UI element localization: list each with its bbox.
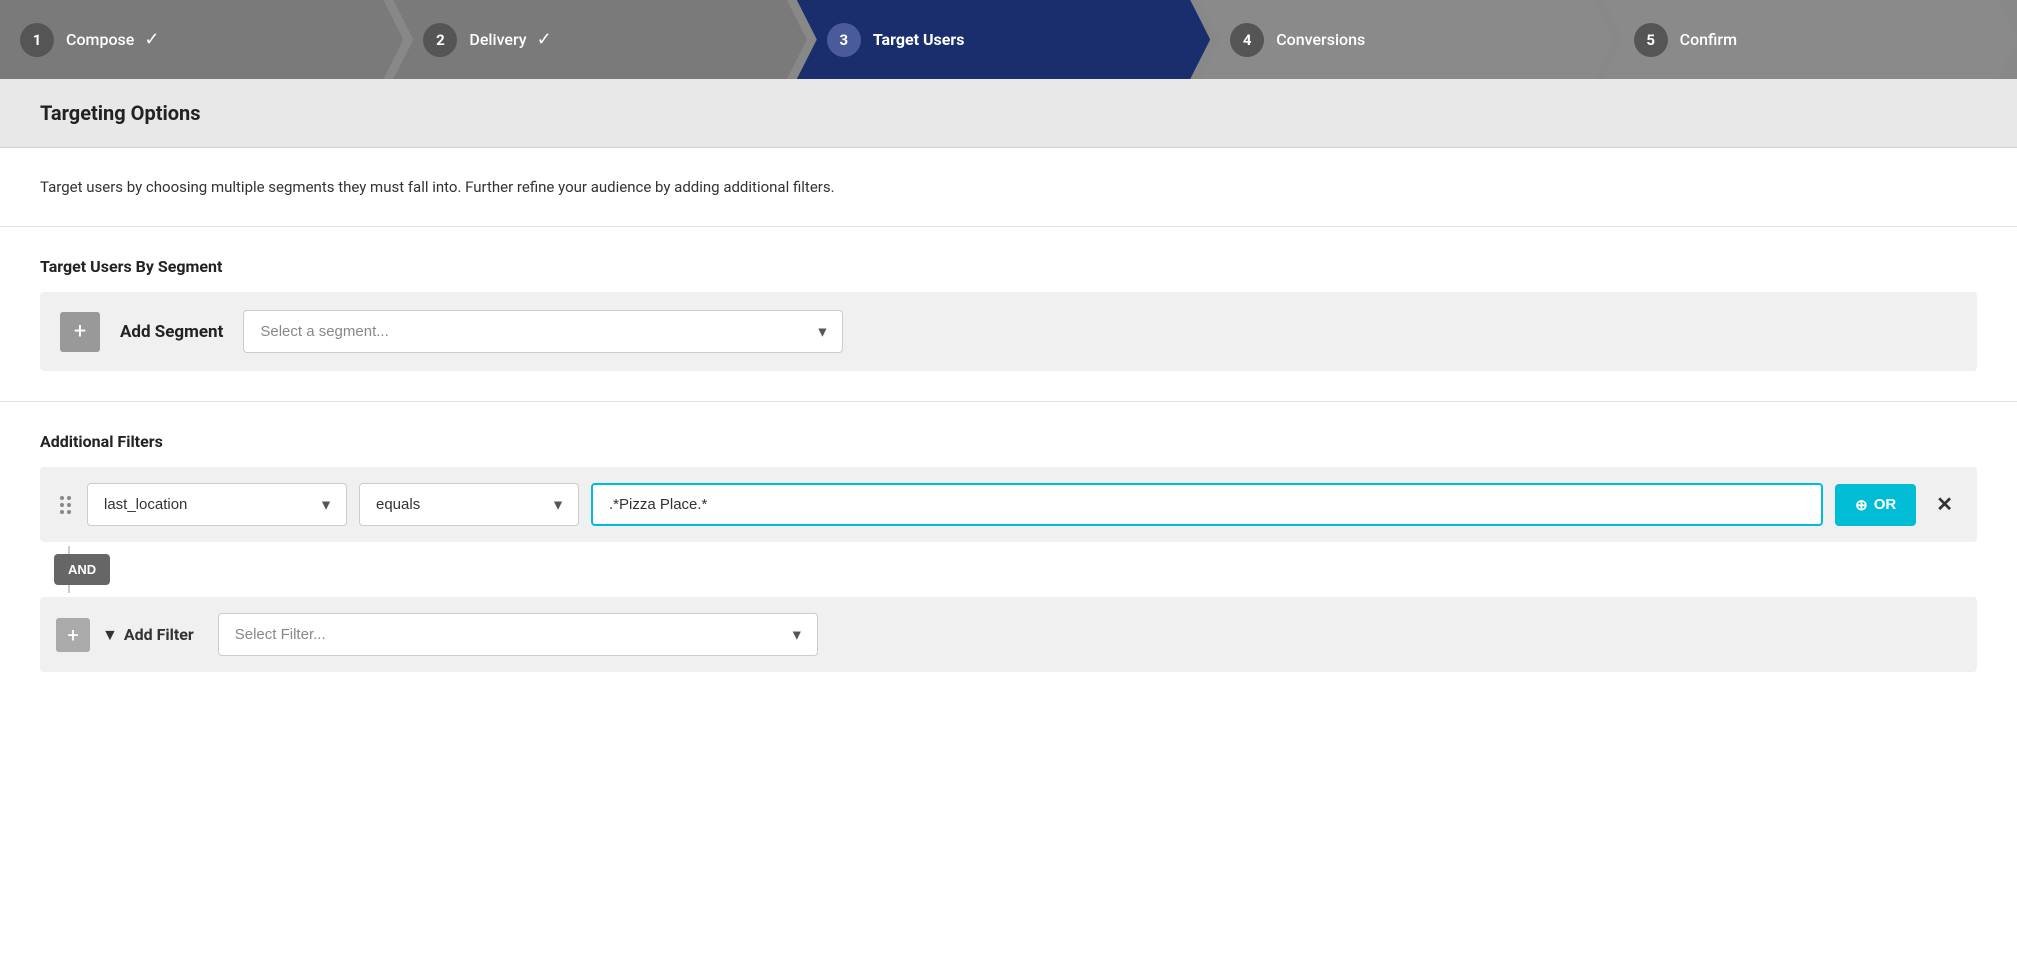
step-number-confirm: 5 bbox=[1634, 23, 1668, 57]
step-check-compose: ✓ bbox=[144, 29, 159, 50]
step-compose[interactable]: 1 Compose ✓ bbox=[0, 0, 403, 79]
filter-value-input[interactable] bbox=[591, 483, 1823, 526]
drag-dot bbox=[67, 496, 71, 500]
or-button[interactable]: ⊕ OR bbox=[1835, 484, 1916, 526]
segment-section-title: Target Users By Segment bbox=[40, 257, 1977, 276]
step-target-users[interactable]: 3 Target Users bbox=[797, 0, 1210, 79]
section-header: Targeting Options bbox=[0, 79, 2017, 148]
and-connector: AND bbox=[40, 546, 1977, 593]
add-filter-label: ▼ Add Filter bbox=[102, 625, 194, 645]
main-content: Targeting Options Target users by choosi… bbox=[0, 79, 2017, 975]
step-number-conversions: 4 bbox=[1230, 23, 1264, 57]
drag-dot-row-3 bbox=[60, 510, 71, 514]
attribute-select[interactable]: last_location bbox=[87, 483, 347, 526]
segment-select[interactable]: Select a segment... bbox=[243, 310, 843, 353]
add-segment-row: + Add Segment Select a segment... ▼ bbox=[40, 292, 1977, 371]
add-filter-select-wrapper: Select Filter... ▼ bbox=[218, 613, 818, 656]
or-button-plus-icon: ⊕ bbox=[1855, 496, 1868, 514]
filter-funnel-icon: ▼ bbox=[102, 625, 118, 645]
add-segment-label: Add Segment bbox=[120, 322, 223, 342]
add-segment-plus-icon[interactable]: + bbox=[60, 312, 100, 352]
drag-dot-row-2 bbox=[60, 503, 71, 507]
add-filter-plus-icon[interactable]: + bbox=[56, 618, 90, 652]
step-number-target: 3 bbox=[827, 23, 861, 57]
drag-dot-row-1 bbox=[60, 496, 71, 500]
step-label-conversions: Conversions bbox=[1276, 30, 1365, 49]
drag-handle[interactable] bbox=[56, 492, 75, 518]
step-label-delivery: Delivery bbox=[469, 30, 526, 49]
targeting-options-title: Targeting Options bbox=[40, 101, 1977, 125]
add-filter-select[interactable]: Select Filter... bbox=[218, 613, 818, 656]
step-delivery[interactable]: 2 Delivery ✓ bbox=[393, 0, 806, 79]
segment-select-wrapper: Select a segment... ▼ bbox=[243, 310, 843, 353]
operator-select-wrapper: equals ▼ bbox=[359, 483, 579, 526]
operator-select[interactable]: equals bbox=[359, 483, 579, 526]
step-label-target: Target Users bbox=[873, 30, 965, 49]
segment-section: Target Users By Segment + Add Segment Se… bbox=[0, 227, 2017, 402]
filters-section: Additional Filters last_loca bbox=[0, 402, 2017, 702]
delete-filter-button[interactable]: ✕ bbox=[1928, 488, 1961, 521]
step-confirm[interactable]: 5 Confirm bbox=[1604, 0, 2017, 79]
attribute-select-wrapper: last_location ▼ bbox=[87, 483, 347, 526]
step-label-compose: Compose bbox=[66, 30, 134, 49]
drag-dot bbox=[60, 496, 64, 500]
filters-section-title: Additional Filters bbox=[40, 432, 1977, 451]
step-conversions[interactable]: 4 Conversions bbox=[1200, 0, 1613, 79]
or-button-label: OR bbox=[1874, 496, 1897, 513]
drag-dot bbox=[67, 503, 71, 507]
stepper: 1 Compose ✓ 2 Delivery ✓ 3 Target Users … bbox=[0, 0, 2017, 79]
step-check-delivery: ✓ bbox=[537, 29, 552, 50]
and-button[interactable]: AND bbox=[54, 554, 110, 585]
drag-dot bbox=[67, 510, 71, 514]
filter-row-1: last_location ▼ equals ▼ ⊕ OR ✕ bbox=[40, 467, 1977, 542]
drag-dot bbox=[60, 503, 64, 507]
drag-dot bbox=[60, 510, 64, 514]
add-filter-row: + ▼ Add Filter Select Filter... ▼ bbox=[40, 597, 1977, 672]
description-text: Target users by choosing multiple segmen… bbox=[0, 148, 2017, 227]
step-number-delivery: 2 bbox=[423, 23, 457, 57]
step-label-confirm: Confirm bbox=[1680, 30, 1737, 49]
step-number-compose: 1 bbox=[20, 23, 54, 57]
